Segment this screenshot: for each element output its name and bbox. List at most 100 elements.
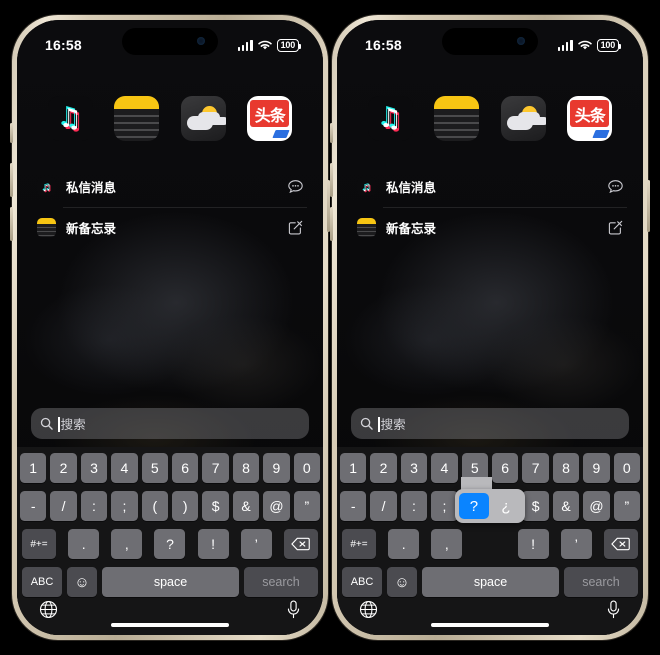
battery-icon: 100 — [276, 38, 302, 52]
two-phone-comparison: 16:58 100 Siri 建议 显示更多 — [0, 0, 660, 655]
volume-up-button[interactable] — [10, 163, 13, 197]
key-3[interactable]: 3 — [400, 453, 428, 483]
microphone-icon[interactable] — [606, 600, 621, 624]
key-6[interactable]: 6 — [492, 453, 519, 483]
key-4[interactable]: 4 — [111, 453, 138, 483]
backspace-icon[interactable] — [283, 529, 318, 559]
search-placeholder: 搜索 — [378, 414, 406, 433]
key-colon[interactable]: : — [80, 491, 108, 521]
suggestion-label: 新备忘录 — [386, 222, 437, 236]
key-period[interactable]: . — [388, 529, 420, 559]
volume-down-button[interactable] — [10, 207, 13, 241]
key-4[interactable]: 4 — [431, 453, 458, 483]
key-paren-close[interactable]: ) — [492, 491, 519, 521]
key-9[interactable]: 9 — [263, 453, 290, 483]
weather-app-icon — [180, 96, 226, 141]
key-3[interactable]: 3 — [80, 453, 108, 483]
key-comma[interactable]: , — [111, 529, 143, 559]
suggestion-row-new-note[interactable]: 新备忘录 — [353, 207, 627, 248]
battery-icon: 100 — [596, 38, 622, 52]
key-apostrophe[interactable]: ’ — [240, 529, 272, 559]
key-at[interactable]: @ — [583, 491, 610, 521]
notes-app-icon — [37, 218, 56, 237]
suggestion-label: 私信消息 — [386, 181, 437, 195]
globe-icon[interactable] — [39, 600, 58, 624]
phone-right: 16:58 100 Siri 建议 显示更多 ♫ — [330, 15, 650, 640]
key-quote[interactable]: ” — [613, 491, 641, 521]
search-input[interactable]: 搜索 — [31, 408, 309, 439]
keyboard-row-2: - / : ; ( ) $ & @ ” — [19, 491, 321, 521]
suggestion-row-private-message[interactable]: ♫ 私信消息 — [353, 166, 627, 207]
key-8[interactable]: 8 — [232, 453, 260, 483]
volume-down-button[interactable] — [330, 207, 333, 241]
compose-icon[interactable] — [288, 220, 303, 235]
key-dollar[interactable]: $ — [202, 491, 229, 521]
key-ampersand[interactable]: & — [232, 491, 260, 521]
key-at[interactable]: @ — [263, 491, 290, 521]
key-5[interactable]: 5 — [141, 453, 168, 483]
tiktok-app-icon: ♫ — [47, 96, 93, 141]
key-6[interactable]: 6 — [172, 453, 199, 483]
backspace-icon[interactable] — [603, 529, 638, 559]
toutiao-app-icon: 头条 — [247, 96, 293, 141]
key-ampersand[interactable]: & — [552, 491, 580, 521]
microphone-icon[interactable] — [286, 600, 301, 624]
key-0[interactable]: 0 — [293, 453, 321, 483]
key-slash[interactable]: / — [370, 491, 397, 521]
chat-bubble-icon[interactable] — [288, 180, 303, 193]
key-0[interactable]: 0 — [613, 453, 641, 483]
key-hyphen[interactable]: - — [19, 491, 47, 521]
key-period[interactable]: . — [68, 529, 100, 559]
key-5[interactable]: 5 — [461, 453, 488, 483]
key-comma[interactable]: , — [431, 529, 463, 559]
globe-icon[interactable] — [359, 600, 378, 624]
key-slash[interactable]: / — [50, 491, 77, 521]
silent-switch[interactable] — [10, 123, 13, 143]
key-symbols[interactable]: #+= — [22, 529, 56, 559]
key-quote[interactable]: ” — [293, 491, 321, 521]
compose-icon[interactable] — [608, 220, 623, 235]
home-indicator[interactable] — [111, 623, 229, 627]
key-9[interactable]: 9 — [583, 453, 610, 483]
power-button[interactable] — [647, 180, 650, 232]
toutiao-glyph: 头条 — [570, 100, 610, 127]
key-paren-open[interactable]: ( — [141, 491, 168, 521]
key-question[interactable]: ? ¿ — [454, 477, 525, 559]
key-exclamation[interactable]: ! — [197, 529, 229, 559]
key-paren-close[interactable]: ) — [172, 491, 199, 521]
key-7[interactable]: 7 — [522, 453, 549, 483]
search-input[interactable]: 搜索 — [351, 408, 629, 439]
key-2[interactable]: 2 — [50, 453, 77, 483]
status-indicators: 100 — [237, 31, 302, 52]
key-1[interactable]: 1 — [339, 453, 367, 483]
tiktok-app-icon: ♫ — [357, 177, 376, 196]
chat-bubble-icon[interactable] — [608, 180, 623, 193]
key-semicolon[interactable]: ; — [431, 491, 458, 521]
key-dollar[interactable]: $ — [522, 491, 549, 521]
silent-switch[interactable] — [330, 123, 333, 143]
key-exclamation[interactable]: ! — [517, 529, 549, 559]
key-symbols[interactable]: #+= — [342, 529, 376, 559]
tiktok-app-icon: ♫ — [37, 177, 56, 196]
tiktok-app-icon: ♫ — [367, 96, 413, 141]
suggestion-label: 新备忘录 — [66, 222, 117, 236]
key-7[interactable]: 7 — [202, 453, 229, 483]
text-caret — [58, 417, 60, 432]
suggestion-row-private-message[interactable]: ♫ 私信消息 — [33, 166, 307, 207]
key-1[interactable]: 1 — [19, 453, 47, 483]
suggestion-row-new-note[interactable]: 新备忘录 — [33, 207, 307, 248]
key-question[interactable]: ? — [154, 529, 186, 559]
key-semicolon[interactable]: ; — [111, 491, 138, 521]
key-apostrophe[interactable]: ’ — [560, 529, 592, 559]
key-2[interactable]: 2 — [370, 453, 397, 483]
key-8[interactable]: 8 — [552, 453, 580, 483]
search-placeholder: 搜索 — [58, 414, 86, 433]
key-colon[interactable]: : — [400, 491, 428, 521]
screen-right: 16:58 100 Siri 建议 显示更多 ♫ — [337, 20, 643, 635]
key-hyphen[interactable]: - — [339, 491, 367, 521]
status-indicators: 100 — [557, 31, 622, 52]
home-indicator[interactable] — [431, 623, 549, 627]
phone-left: 16:58 100 Siri 建议 显示更多 — [10, 15, 330, 640]
volume-up-button[interactable] — [330, 163, 333, 197]
key-paren-open[interactable]: ( — [461, 491, 488, 521]
